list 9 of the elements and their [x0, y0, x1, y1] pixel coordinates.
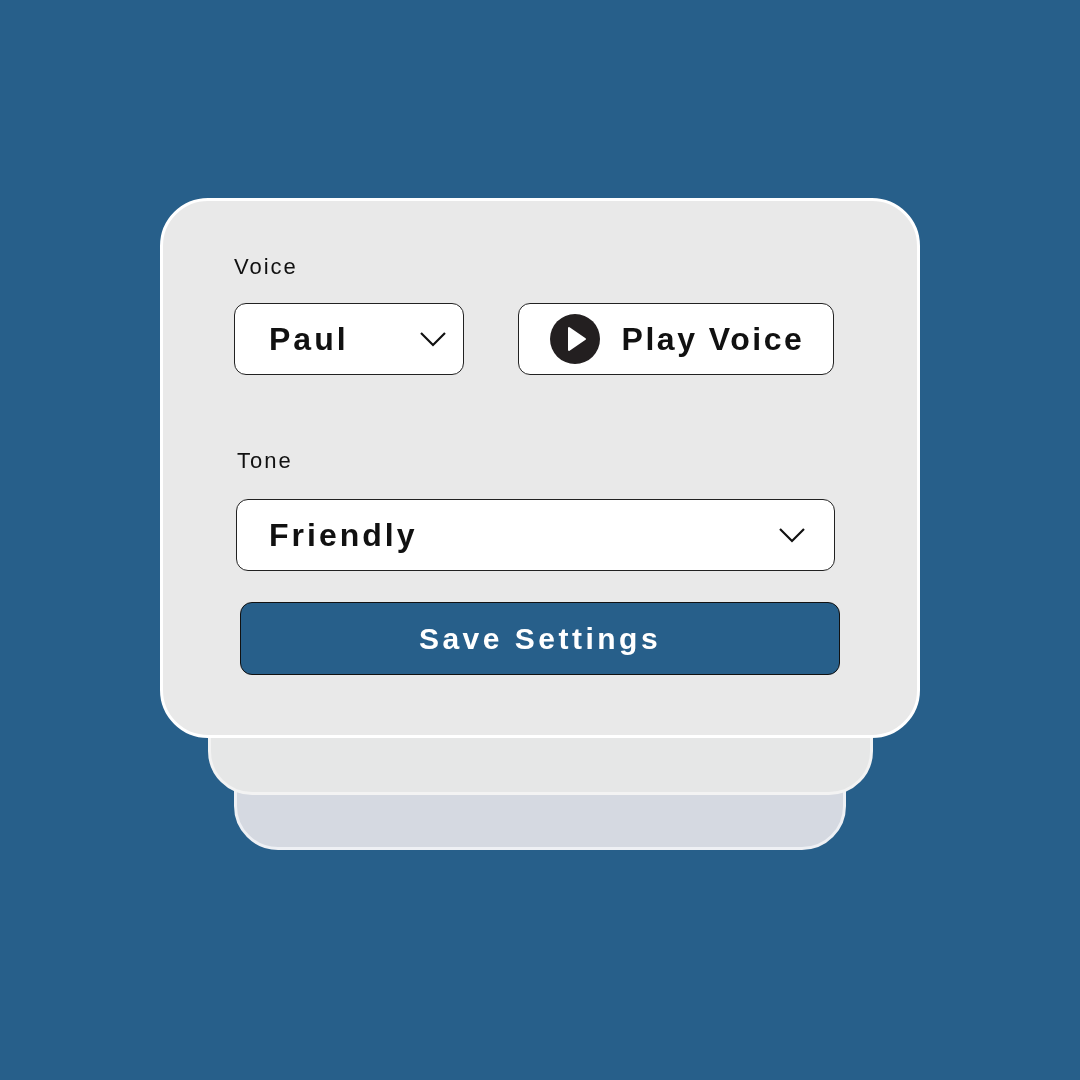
tone-dropdown[interactable]: Friendly: [236, 499, 835, 571]
chevron-down-icon: [418, 331, 447, 347]
voice-label: Voice: [234, 256, 298, 278]
play-icon: [549, 314, 600, 364]
save-settings-button[interactable]: Save Settings: [240, 602, 840, 675]
tone-label: Tone: [237, 450, 293, 472]
chevron-down-icon: [778, 527, 806, 543]
play-voice-button[interactable]: Play Voice: [517, 303, 834, 375]
voice-dropdown[interactable]: Paul: [234, 303, 464, 375]
